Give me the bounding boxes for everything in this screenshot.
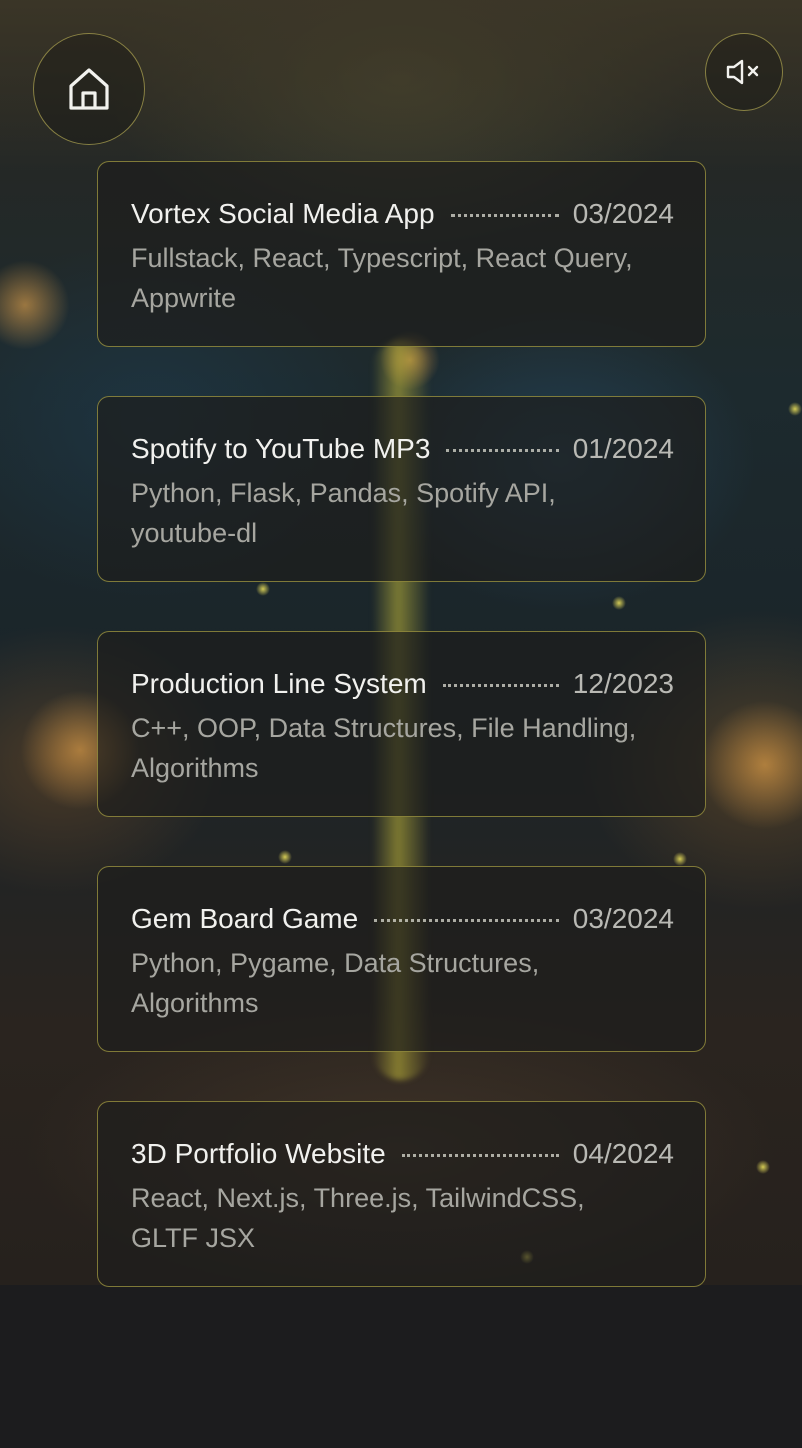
project-card[interactable]: Gem Board Game 03/2024 Python, Pygame, D… <box>97 866 706 1052</box>
firefly <box>756 1160 770 1174</box>
project-header: Spotify to YouTube MP3 01/2024 <box>131 433 674 465</box>
project-card[interactable]: 3D Portfolio Website 04/2024 React, Next… <box>97 1101 706 1287</box>
lantern-glow <box>0 260 70 350</box>
project-title: Production Line System <box>131 668 427 699</box>
dotted-leader <box>374 919 559 922</box>
mute-toggle-button[interactable] <box>705 33 783 111</box>
project-tech-stack: C++, OOP, Data Structures, File Handling… <box>131 713 637 783</box>
project-list: Vortex Social Media App 03/2024 Fullstac… <box>97 161 706 1336</box>
project-header: Production Line System 12/2023 <box>131 668 674 700</box>
project-tech-stack: React, Next.js, Three.js, TailwindCSS, G… <box>131 1183 585 1253</box>
dotted-leader <box>450 214 559 217</box>
project-header: Vortex Social Media App 03/2024 <box>131 198 674 230</box>
project-header: Gem Board Game 03/2024 <box>131 903 674 935</box>
project-header: 3D Portfolio Website 04/2024 <box>131 1138 674 1170</box>
lantern-glow <box>700 700 802 830</box>
project-date: 04/2024 <box>572 1138 674 1169</box>
project-date: 03/2024 <box>572 198 674 229</box>
project-date: 01/2024 <box>572 433 674 464</box>
dotted-leader <box>442 684 559 687</box>
project-title: 3D Portfolio Website <box>131 1138 386 1169</box>
project-card[interactable]: Production Line System 12/2023 C++, OOP,… <box>97 631 706 817</box>
project-tech-stack: Python, Pygame, Data Structures, Algorit… <box>131 948 540 1018</box>
project-tech-stack: Python, Flask, Pandas, Spotify API, yout… <box>131 478 556 548</box>
project-date: 12/2023 <box>572 668 674 699</box>
project-card[interactable]: Vortex Social Media App 03/2024 Fullstac… <box>97 161 706 347</box>
project-tech-stack: Fullstack, React, Typescript, React Quer… <box>131 243 633 313</box>
project-card[interactable]: Spotify to YouTube MP3 01/2024 Python, F… <box>97 396 706 582</box>
speaker-muted-icon <box>726 59 759 85</box>
home-button[interactable] <box>33 33 145 145</box>
projects-page: Vortex Social Media App 03/2024 Fullstac… <box>0 0 802 1448</box>
home-icon <box>69 68 109 110</box>
dotted-leader <box>401 1154 559 1157</box>
project-date: 03/2024 <box>572 903 674 934</box>
dotted-leader <box>446 449 559 452</box>
project-title: Gem Board Game <box>131 903 359 934</box>
project-title: Vortex Social Media App <box>131 198 435 229</box>
project-title: Spotify to YouTube MP3 <box>131 433 431 464</box>
firefly <box>788 402 802 416</box>
